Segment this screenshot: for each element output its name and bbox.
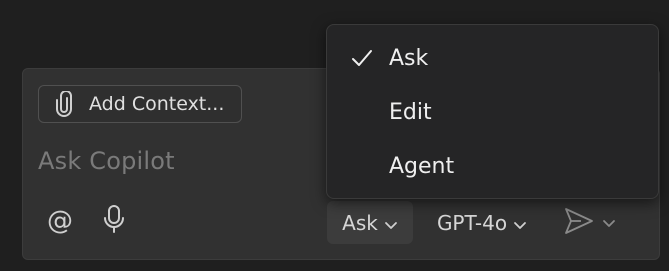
microphone-icon: [103, 204, 125, 238]
model-picker-button[interactable]: GPT-4o: [423, 201, 541, 244]
menu-item-label: Agent: [389, 153, 455, 179]
chevron-down-icon: [513, 211, 527, 235]
add-context-button[interactable]: Add Context...: [38, 85, 242, 123]
copilot-chat-area: Add Context... Ask Copilot @ Ask GPT-4o …: [0, 0, 669, 271]
paperclip-icon: [53, 90, 75, 118]
model-picker-label: GPT-4o: [436, 210, 508, 235]
menu-item-label: Ask: [389, 45, 429, 71]
mode-picker-label: Ask: [342, 210, 378, 235]
chevron-down-icon[interactable]: [602, 213, 616, 232]
menu-item-label: Edit: [389, 99, 432, 125]
mode-picker-button[interactable]: Ask: [327, 201, 413, 244]
mention-button[interactable]: @: [42, 203, 78, 239]
add-context-label: Add Context...: [89, 93, 225, 115]
send-icon: [564, 207, 594, 239]
voice-input-button[interactable]: [96, 203, 132, 239]
menu-item-edit[interactable]: Edit: [327, 87, 658, 137]
mode-dropdown-menu: Ask Edit Agent: [326, 24, 659, 199]
check-icon: [349, 45, 375, 71]
chevron-down-icon: [384, 211, 398, 235]
chat-input-placeholder: Ask Copilot: [38, 147, 175, 175]
chat-input[interactable]: Ask Copilot: [38, 147, 175, 175]
menu-item-agent[interactable]: Agent: [327, 141, 658, 191]
menu-item-ask[interactable]: Ask: [327, 33, 658, 83]
send-button[interactable]: [555, 201, 625, 244]
at-sign-icon: @: [47, 206, 73, 236]
